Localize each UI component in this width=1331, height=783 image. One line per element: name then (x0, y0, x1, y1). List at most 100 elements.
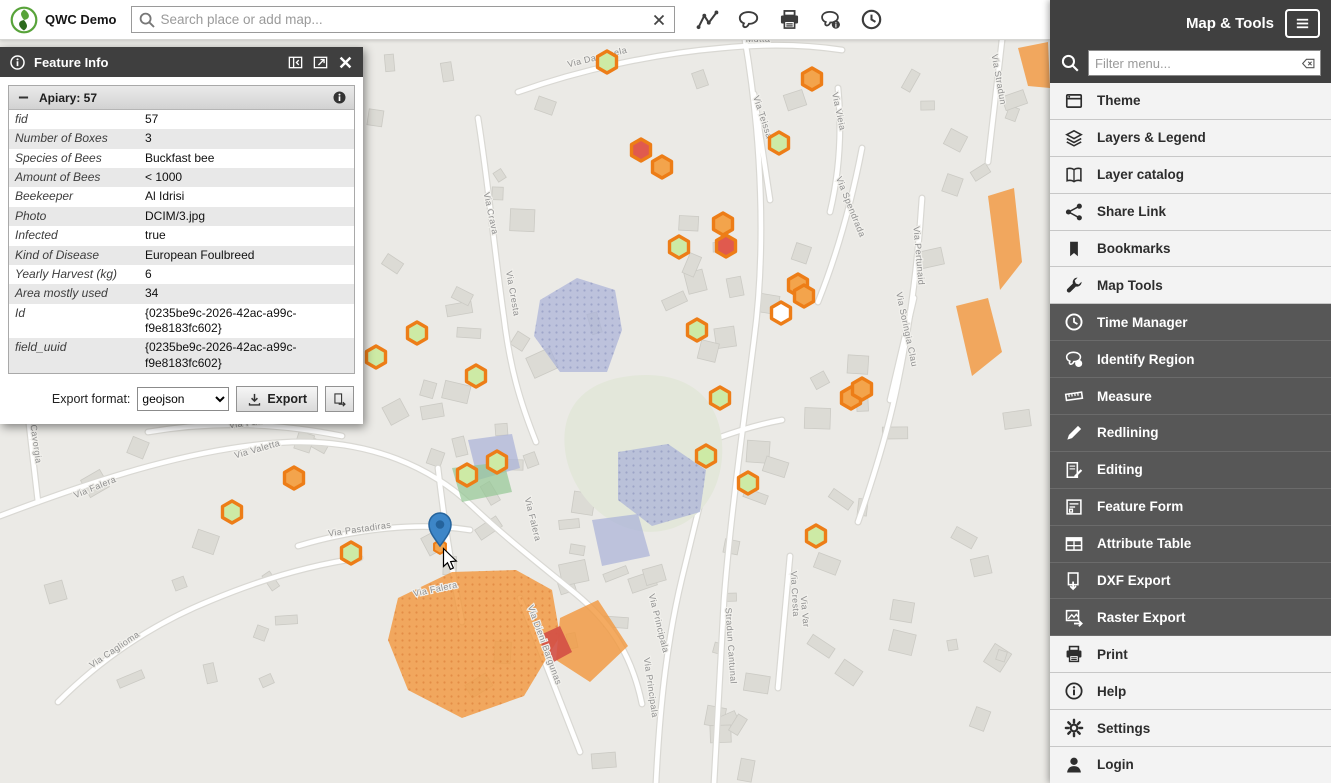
apiary-marker[interactable] (717, 235, 736, 257)
search-input[interactable] (161, 12, 645, 27)
apiary-marker[interactable] (488, 451, 507, 473)
export-format-select[interactable]: geojson (137, 387, 229, 411)
measure-icon (696, 8, 719, 31)
attribute-label: Id (9, 304, 139, 339)
sidebar-item-label: Settings (1097, 721, 1150, 736)
sidebar-item-feature-form[interactable]: Feature Form (1050, 489, 1331, 526)
attribute-label: Species of Bees (9, 149, 139, 168)
sidebar-item-time-manager[interactable]: Time Manager (1050, 304, 1331, 341)
sidebar-item-redlining[interactable]: Redlining (1050, 415, 1331, 452)
apiary-marker[interactable] (458, 464, 477, 486)
collapse-icon[interactable] (16, 90, 31, 105)
attribute-value: < 1000 (139, 168, 354, 187)
apiary-marker[interactable] (795, 285, 814, 307)
feature-zoom-info-icon[interactable] (332, 90, 347, 105)
apiary-marker[interactable] (467, 365, 486, 387)
sidebar-item-dxf-export[interactable]: DXF Export (1050, 563, 1331, 600)
sidebar-item-print[interactable]: Print (1050, 636, 1331, 673)
sidebar-item-attribute-table[interactable]: Attribute Table (1050, 526, 1331, 563)
apiary-marker[interactable] (714, 213, 733, 235)
sidebar-item-raster-export[interactable]: Raster Export (1050, 599, 1331, 636)
sidebar-item-editing[interactable]: Editing (1050, 452, 1331, 489)
sidebar-item-label: Time Manager (1097, 315, 1188, 330)
export-to-file-button[interactable] (325, 386, 354, 412)
sidebar-item-label: Print (1097, 647, 1128, 662)
qwc-logo-icon (10, 6, 38, 34)
print-button[interactable] (774, 4, 806, 36)
sidebar-filter (1050, 46, 1331, 83)
sidebar-item-layer-catalog[interactable]: Layer catalog (1050, 157, 1331, 194)
attribute-row: Area mostly used34 (9, 284, 354, 303)
export-button[interactable]: Export (236, 386, 318, 412)
sidebar-item-bookmarks[interactable]: Bookmarks (1050, 231, 1331, 268)
dock-icon[interactable] (287, 54, 304, 71)
sidebar-item-theme[interactable]: Theme (1050, 83, 1331, 120)
lasso-question-icon: i (819, 8, 842, 31)
sidebar-item-label: Layer catalog (1097, 167, 1184, 182)
info-icon (1064, 681, 1084, 701)
apiary-marker[interactable] (408, 322, 427, 344)
apiary-marker[interactable] (670, 236, 689, 258)
attribute-row: Number of Boxes3 (9, 129, 354, 148)
apiary-marker[interactable] (223, 501, 242, 523)
menu-toggle-button[interactable] (1285, 9, 1320, 38)
attribute-row: fid57 (9, 110, 354, 129)
sidebar-item-login[interactable]: Login (1050, 747, 1331, 783)
feature-info-header[interactable]: Feature Info (0, 47, 363, 77)
sidebar-item-measure[interactable]: Measure (1050, 378, 1331, 415)
bookmark-icon (1064, 239, 1084, 259)
apiary-marker[interactable] (285, 467, 304, 489)
search-box (131, 6, 675, 33)
apiary-marker[interactable] (803, 68, 822, 90)
filter-clear-icon[interactable] (1301, 56, 1316, 71)
feature-result-header[interactable]: Apiary: 57 (9, 86, 354, 110)
sidebar-item-share-link[interactable]: Share Link (1050, 194, 1331, 231)
sidebar-item-identify-region[interactable]: i Identify Region (1050, 341, 1331, 378)
sidebar-item-label: Bookmarks (1097, 241, 1171, 256)
lasso-icon (737, 8, 760, 31)
sidebar-item-label: Help (1097, 684, 1126, 699)
attribute-value: DCIM/3.jpg (139, 207, 354, 226)
sidebar-item-label: Identify Region (1097, 352, 1195, 367)
attribute-label: Photo (9, 207, 139, 226)
apiary-marker[interactable] (342, 542, 361, 564)
attribute-label: Kind of Disease (9, 246, 139, 265)
apiary-marker[interactable] (367, 346, 386, 368)
sidebar-item-layers-legend[interactable]: Layers & Legend (1050, 120, 1331, 157)
filter-menu-input[interactable] (1095, 56, 1301, 71)
attribute-row: field_uuid{0235be9c-2026-42ac-a99c-f9e81… (9, 338, 354, 373)
topbar: QWC Demo i (0, 0, 1050, 40)
apiary-marker[interactable] (697, 445, 716, 467)
identify-button[interactable]: i (815, 4, 847, 36)
share-icon (1064, 202, 1084, 222)
map-tools-icon (1064, 275, 1084, 295)
detach-window-icon[interactable] (312, 54, 329, 71)
apiary-marker[interactable] (853, 378, 872, 400)
apiary-marker[interactable] (632, 139, 651, 161)
apiary-marker[interactable] (711, 387, 730, 409)
clock-icon (1064, 312, 1084, 332)
close-icon[interactable] (337, 54, 354, 71)
apiary-marker[interactable] (688, 319, 707, 341)
sidebar-item-label: Map Tools (1097, 278, 1163, 293)
apiary-marker[interactable] (770, 132, 789, 154)
apiary-marker[interactable] (772, 302, 791, 324)
attribute-value: Buckfast bee (139, 149, 354, 168)
identify-region-button[interactable] (733, 4, 765, 36)
svg-text:i: i (1078, 361, 1080, 368)
doc-export-icon (1064, 571, 1084, 591)
catalog-icon (1064, 165, 1084, 185)
apiary-marker[interactable] (739, 472, 758, 494)
apiary-marker[interactable] (807, 525, 826, 547)
export-format-label: Export format: (52, 392, 131, 406)
sidebar-menu: ThemeLayers & Legend Layer catalog Share L… (1050, 83, 1331, 783)
sidebar-item-help[interactable]: Help (1050, 673, 1331, 710)
time-manager-button[interactable] (856, 4, 888, 36)
sidebar-item-settings[interactable]: Settings (1050, 710, 1331, 747)
sidebar-title: Map & Tools (1186, 15, 1274, 32)
apiary-marker[interactable] (598, 51, 617, 73)
apiary-marker[interactable] (653, 156, 672, 178)
sidebar-item-map-tools[interactable]: Map Tools (1050, 267, 1331, 304)
measure-button[interactable] (692, 4, 724, 36)
search-clear-icon[interactable] (650, 11, 668, 29)
